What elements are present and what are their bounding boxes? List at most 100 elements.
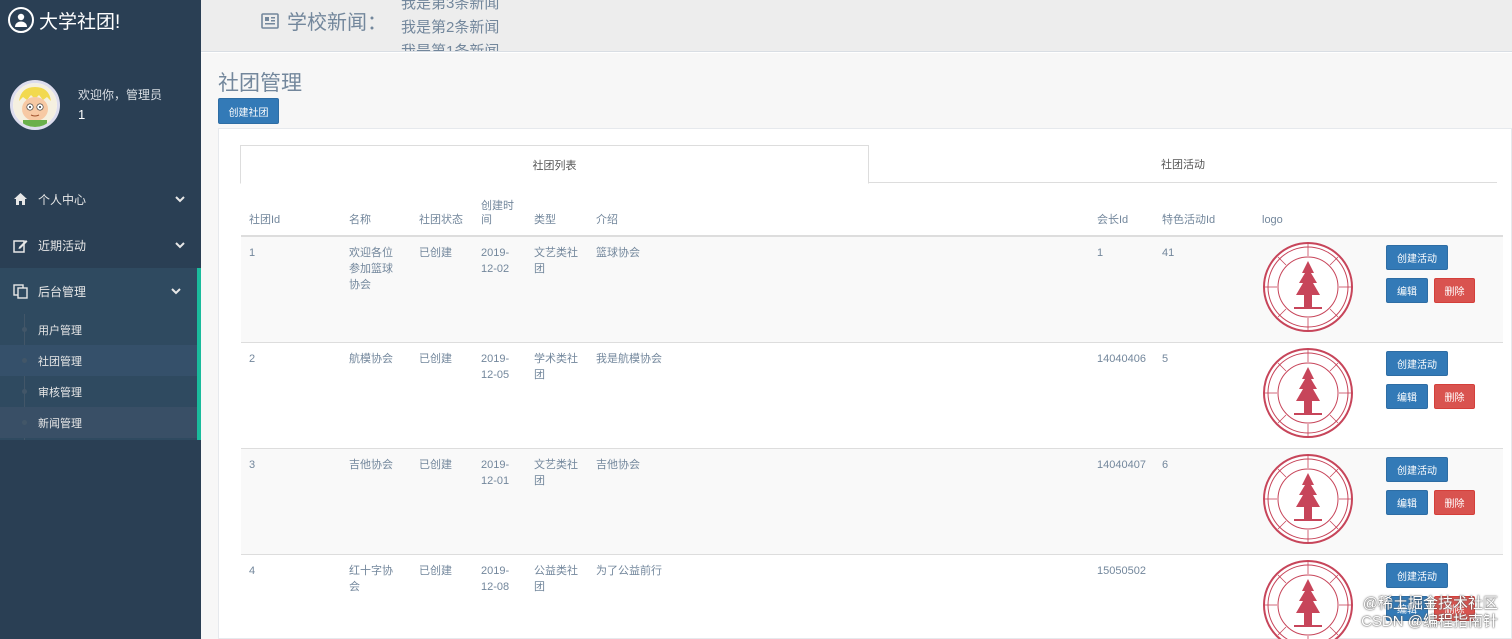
cell-created: 2019-12-01: [473, 448, 526, 555]
table-header-row: 社团Id 名称 社团状态 创建时间 类型 介绍 会长Id 特色活动Id logo: [241, 191, 1503, 237]
cell-id: 2: [241, 342, 341, 449]
sidebar-subitem-club-management[interactable]: 社团管理: [0, 345, 197, 376]
edit-button[interactable]: 编辑: [1386, 384, 1428, 409]
cell-leader-id: 1: [1089, 235, 1154, 343]
news-item[interactable]: 我是第3条新闻: [401, 0, 499, 16]
sidebar: 大学社团! 欢迎你，管理员 1 个人中心 近期活动 后台管理 用户管理 社团管理…: [0, 0, 201, 639]
column-header-actions: [1378, 191, 1503, 237]
create-activity-button[interactable]: 创建活动: [1386, 351, 1448, 376]
news-header: 学校新闻：: [261, 6, 387, 35]
create-activity-button[interactable]: 创建活动: [1386, 457, 1448, 482]
edit-button[interactable]: 编辑: [1386, 490, 1428, 515]
cell-activity-id: 5: [1154, 342, 1254, 449]
sidebar-subitem-label: 社团管理: [38, 355, 82, 368]
column-header: 社团状态: [411, 191, 473, 237]
cell-name: 欢迎各位参加篮球协会: [341, 235, 411, 343]
cell-logo: [1254, 235, 1378, 343]
cell-status: 已创建: [411, 342, 473, 449]
cell-intro: 为了公益前行: [588, 554, 1089, 639]
cell-intro: 篮球协会: [588, 235, 1089, 343]
column-header: 类型: [526, 191, 588, 237]
cell-id: 4: [241, 554, 341, 639]
main-content: 社团管理 创建社团 社团列表 社团活动 社团Id 名称 社团状态 创建时间 类型…: [201, 53, 1512, 639]
profile: 欢迎你，管理员 1: [0, 40, 201, 152]
avatar[interactable]: [10, 80, 60, 130]
news-item[interactable]: 我是第2条新闻: [401, 16, 499, 40]
cell-actions: 创建活动编辑 删除: [1378, 235, 1503, 343]
delete-button[interactable]: 删除: [1434, 384, 1475, 409]
newspaper-icon: [261, 12, 279, 29]
cell-status: 已创建: [411, 554, 473, 639]
club-table: 社团Id 名称 社团状态 创建时间 类型 介绍 会长Id 特色活动Id logo…: [241, 191, 1503, 639]
table-row: 1 欢迎各位参加篮球协会 已创建 2019-12-02 文艺类社团 篮球协会 1 41 创建活…: [241, 235, 1503, 343]
sidebar-item-backend-management[interactable]: 后台管理: [0, 268, 201, 314]
tab-club-list[interactable]: 社团列表: [240, 145, 869, 184]
sidebar-subitem-label: 审核管理: [38, 386, 82, 399]
news-marquee: 我是第3条新闻 我是第2条新闻 我是第1条新闻: [401, 0, 499, 51]
cell-type: 文艺类社团: [526, 448, 588, 555]
profile-user-id: 1: [78, 107, 86, 122]
watermark-line: CSDN @编程指南针: [1361, 613, 1498, 630]
user-icon: [8, 7, 34, 33]
brand[interactable]: 大学社团!: [0, 0, 201, 40]
home-icon: [12, 191, 28, 207]
sidebar-subitem-news-management[interactable]: 新闻管理: [0, 407, 197, 438]
sidebar-subitem-review-management[interactable]: 审核管理: [0, 376, 197, 407]
table-row: 4 红十字协会 已创建 2019-12-08 公益类社团 为了公益前行 15050502 创…: [241, 554, 1503, 639]
club-logo-seal: [1263, 242, 1353, 332]
cell-activity-id: 41: [1154, 235, 1254, 343]
sidebar-menu: 个人中心 近期活动 后台管理 用户管理 社团管理 审核管理 新闻管理: [0, 176, 201, 440]
create-activity-button[interactable]: 创建活动: [1386, 563, 1448, 588]
sidebar-item-recent-activities[interactable]: 近期活动: [0, 222, 201, 268]
sidebar-item-personal-center[interactable]: 个人中心: [0, 176, 201, 222]
cell-leader-id: 15050502: [1089, 554, 1154, 639]
copy-icon: [12, 283, 28, 299]
sidebar-item-label: 个人中心: [38, 192, 87, 207]
cell-created: 2019-12-02: [473, 235, 526, 343]
sidebar-subitem-user-management[interactable]: 用户管理: [0, 314, 197, 345]
column-header: 会长Id: [1089, 191, 1154, 237]
cell-created: 2019-12-05: [473, 342, 526, 449]
cell-actions: 创建活动编辑 删除: [1378, 342, 1503, 449]
cell-id: 1: [241, 235, 341, 343]
create-activity-button[interactable]: 创建活动: [1386, 245, 1448, 270]
watermark-line: @稀土掘金技术社区: [1362, 595, 1498, 612]
club-logo-seal: [1263, 454, 1353, 544]
cell-intro: 吉他协会: [588, 448, 1089, 555]
top-news-bar: 学校新闻： 我是第3条新闻 我是第2条新闻 我是第1条新闻: [201, 0, 1512, 52]
chevron-down-icon: [175, 196, 185, 203]
cell-logo: [1254, 342, 1378, 449]
column-header: 名称: [341, 191, 411, 237]
column-header: 介绍: [588, 191, 1089, 237]
delete-button[interactable]: 删除: [1434, 278, 1475, 303]
tab-club-activities[interactable]: 社团活动: [869, 145, 1497, 183]
brand-title: 大学社团!: [39, 11, 121, 33]
column-header: 特色活动Id: [1154, 191, 1254, 237]
news-item[interactable]: 我是第1条新闻: [401, 40, 499, 51]
cell-type: 公益类社团: [526, 554, 588, 639]
cell-type: 学术类社团: [526, 342, 588, 449]
chevron-down-icon: [175, 242, 185, 249]
page-title: 社团管理: [218, 72, 302, 95]
create-club-button[interactable]: 创建社团: [218, 98, 279, 124]
cell-intro: 我是航模协会: [588, 342, 1089, 449]
sidebar-item-label: 近期活动: [38, 238, 87, 253]
delete-button[interactable]: 删除: [1434, 490, 1475, 515]
cell-actions: 创建活动编辑 删除: [1378, 448, 1503, 555]
sidebar-submenu: 用户管理 社团管理 审核管理 新闻管理: [0, 314, 201, 440]
edit-button[interactable]: 编辑: [1386, 278, 1428, 303]
cell-name: 红十字协会: [341, 554, 411, 639]
column-header: logo: [1254, 191, 1378, 237]
cell-status: 已创建: [411, 448, 473, 555]
column-header: 创建时间: [473, 191, 526, 237]
cell-id: 3: [241, 448, 341, 555]
cell-logo: [1254, 448, 1378, 555]
sidebar-subitem-label: 新闻管理: [38, 417, 82, 430]
cell-leader-id: 14040407: [1089, 448, 1154, 555]
chevron-down-icon: [171, 288, 181, 295]
tab-bar: 社团列表 社团活动: [240, 145, 1497, 184]
profile-greeting: 欢迎你，管理员: [78, 88, 163, 102]
cell-name: 航模协会: [341, 342, 411, 449]
club-logo-seal: [1263, 348, 1353, 438]
sidebar-subitem-label: 用户管理: [38, 324, 82, 337]
